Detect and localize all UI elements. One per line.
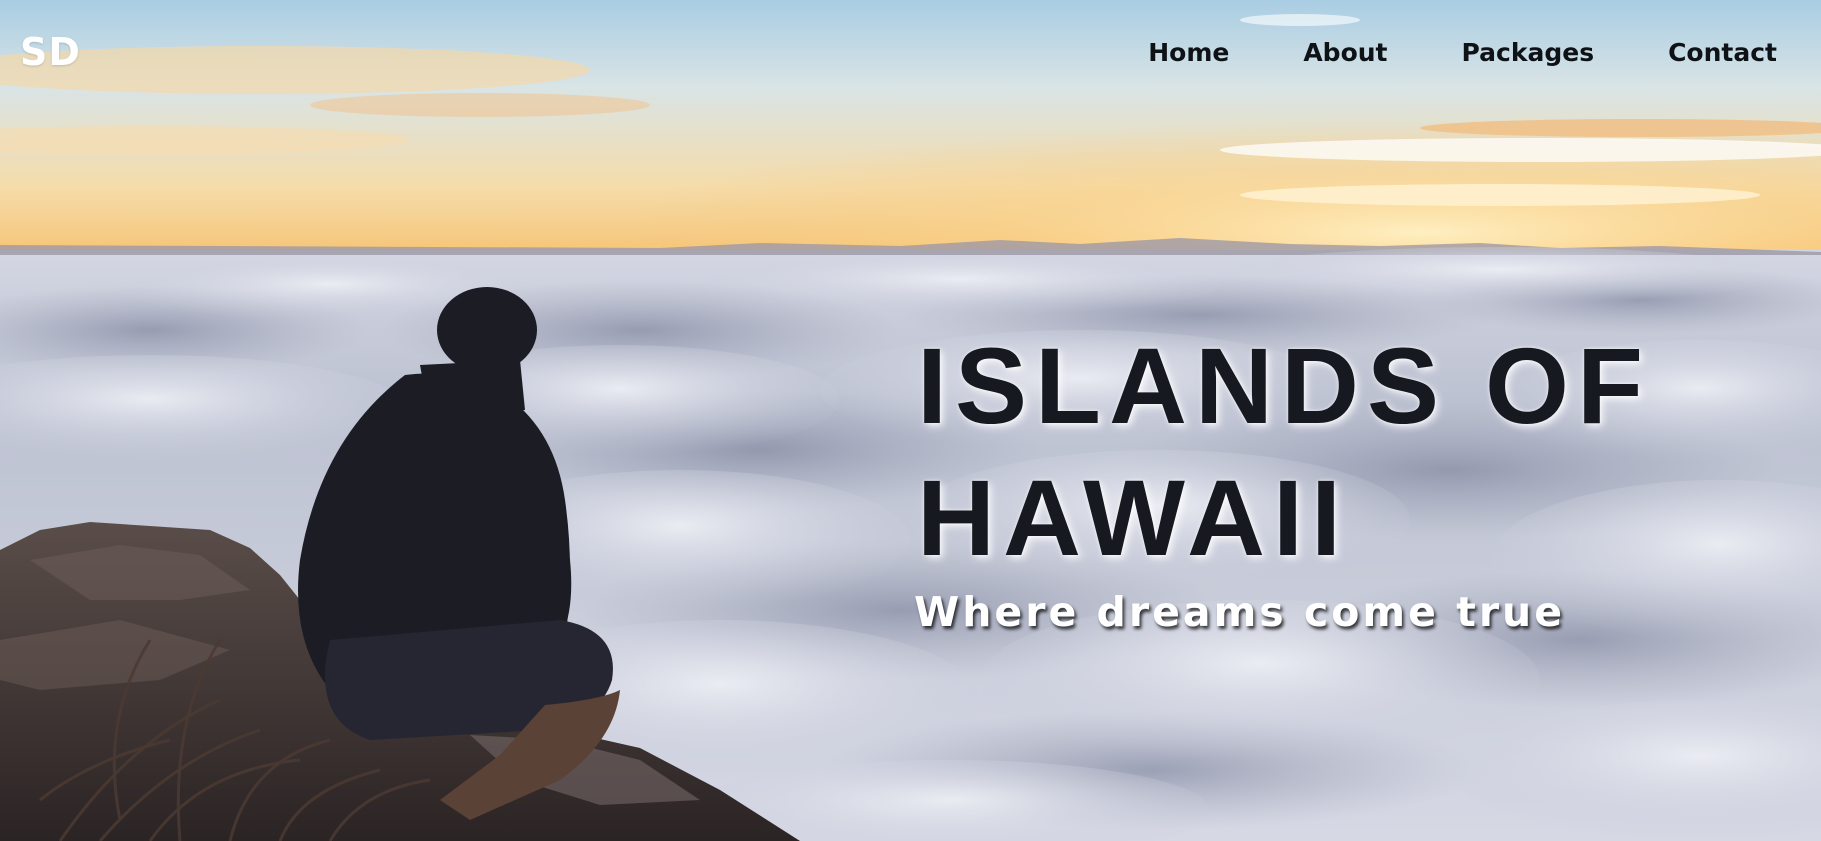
nav-link-home[interactable]: Home xyxy=(1148,38,1229,67)
nav-link-packages[interactable]: Packages xyxy=(1462,38,1595,67)
hero-title: ISLANDS OF HAWAII xyxy=(917,320,1651,584)
hero-subtitle: Where dreams come true xyxy=(914,588,1566,636)
top-navbar: SD Home About Packages Contact xyxy=(0,0,1821,110)
nav-menu: Home About Packages Contact xyxy=(1148,38,1777,67)
nav-link-about[interactable]: About xyxy=(1303,38,1387,67)
site-logo[interactable]: SD xyxy=(20,30,81,74)
hero-title-line-2: HAWAII xyxy=(917,457,1350,578)
hero-section: SD Home About Packages Contact ISLANDS O… xyxy=(0,0,1821,841)
nav-link-contact[interactable]: Contact xyxy=(1668,38,1777,67)
hero-title-line-1: ISLANDS OF xyxy=(917,325,1652,446)
